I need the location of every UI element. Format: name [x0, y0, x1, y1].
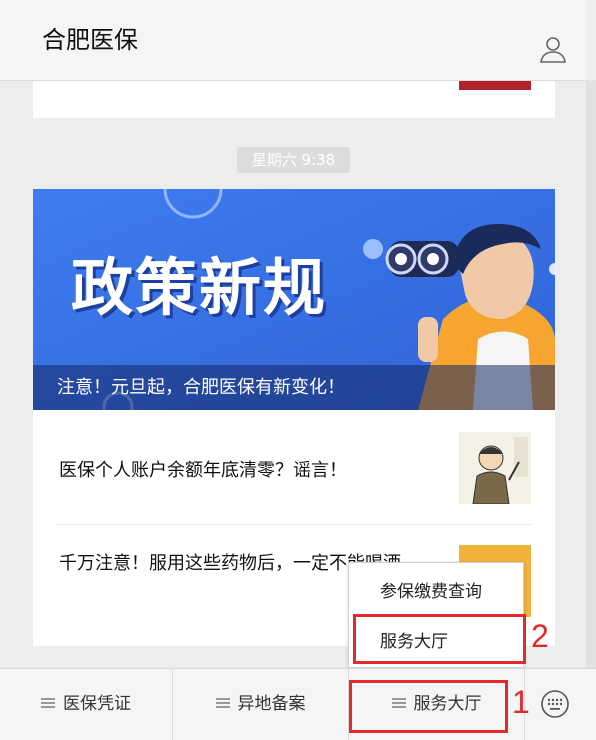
article-item[interactable]: 医保个人账户余额年底清零？谣言！	[33, 413, 555, 525]
article-banner[interactable]: 政策新规 注意！元旦起，合肥医保有新变化！	[33, 189, 555, 410]
keyboard-icon[interactable]	[540, 689, 570, 719]
annotation-number-1: 1	[512, 684, 530, 720]
article-item-title[interactable]: 医保个人账户余额年底清零？谣言！	[59, 458, 347, 484]
previous-article-thumbnail	[459, 81, 531, 90]
previous-article-card[interactable]	[33, 81, 555, 118]
side-panel-edge	[586, 80, 596, 670]
menu-button-label: 异地备案	[237, 694, 306, 714]
page-title: 合肥医保	[42, 26, 138, 54]
banner-headline: 政策新规	[71, 251, 328, 324]
timestamp-badge: 星期六 9:38	[237, 147, 350, 173]
user-icon[interactable]	[538, 34, 568, 64]
chat-header: 合肥医保	[0, 0, 586, 81]
menu-button-remote-registration[interactable]: 异地备案	[173, 669, 348, 740]
annotation-box-2	[353, 614, 526, 664]
annotation-number-2: 2	[531, 618, 549, 654]
article-item-thumbnail	[459, 432, 531, 504]
banner-caption[interactable]: 注意！元旦起，合肥医保有新变化！	[33, 365, 555, 410]
menu-button-insurance-voucher[interactable]: 医保凭证	[0, 669, 172, 740]
menu-button-label: 医保凭证	[63, 694, 131, 714]
article-divider	[57, 524, 531, 525]
menu-list-icon	[41, 698, 55, 708]
menu-list-icon	[215, 698, 230, 708]
submenu-item-insurance-payment-query[interactable]: 参保缴费查询	[349, 567, 523, 617]
annotation-box-1	[349, 680, 508, 733]
